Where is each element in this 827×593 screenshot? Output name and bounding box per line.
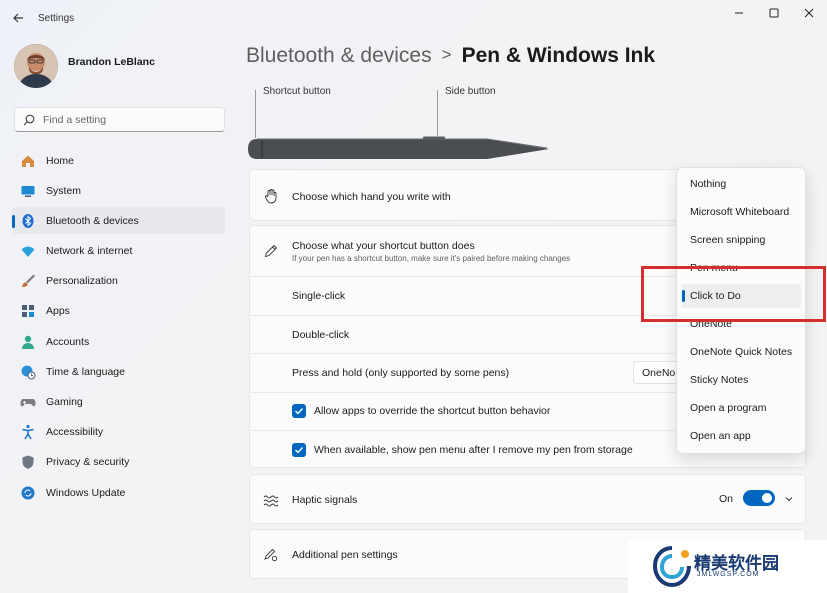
globe-clock-icon: [20, 364, 36, 380]
highlight-annotation: [641, 266, 826, 322]
sidebar-item-label: Windows Update: [46, 486, 126, 499]
back-button[interactable]: [9, 9, 27, 27]
haptic-label: Haptic signals: [292, 494, 358, 506]
allow-override-checkbox[interactable]: [292, 404, 306, 418]
sidebar-item-label: Personalization: [46, 275, 118, 288]
search-input[interactable]: [43, 113, 203, 126]
hand-icon: [263, 188, 279, 204]
sidebar-item-system[interactable]: System: [12, 177, 225, 204]
sidebar-item-gaming[interactable]: Gaming: [12, 389, 225, 416]
close-button[interactable]: [794, 4, 824, 22]
sidebar-item-accounts[interactable]: Accounts: [12, 328, 225, 355]
dropdown-option-nothing[interactable]: Nothing: [681, 172, 801, 196]
sidebar-item-label: Apps: [46, 305, 70, 318]
accessibility-icon: [20, 424, 36, 440]
shortcut-button-label: Shortcut button: [263, 86, 331, 97]
show-pen-menu-label: When available, show pen menu after I re…: [314, 444, 633, 456]
settings-window: Settings Brandon LeBlanc Find a setting …: [0, 0, 827, 593]
sidebar-item-label: Home: [46, 154, 75, 167]
pen-icon: [263, 243, 279, 259]
side-callout-line: [437, 90, 438, 136]
single-click-label: Single-click: [292, 290, 346, 302]
accounts-icon: [20, 334, 36, 350]
app-title: Settings: [38, 13, 75, 24]
system-icon: [20, 183, 36, 199]
sidebar-item-accessibility[interactable]: Accessibility: [12, 419, 225, 446]
sidebar-item-label: Network & internet: [46, 245, 133, 258]
sidebar-item-label: Privacy & security: [46, 456, 130, 469]
minimize-icon: [735, 12, 743, 14]
shortcut-setting-label: Choose what your shortcut button does: [292, 240, 475, 252]
double-click-label: Double-click: [292, 329, 350, 341]
dropdown-option-onenote-quick-notes[interactable]: OneNote Quick Notes: [681, 340, 801, 364]
sidebar-item-time-language[interactable]: Time & language: [12, 358, 225, 385]
breadcrumb-separator: >: [441, 45, 452, 64]
haptic-wave-icon: [263, 492, 279, 508]
dropdown-option-sticky-notes[interactable]: Sticky Notes: [681, 368, 801, 392]
brush-icon: [20, 273, 36, 289]
sidebar-item-label: Time & language: [46, 365, 125, 378]
user-name: Brandon LeBlanc: [68, 56, 155, 68]
sidebar-item-personalization[interactable]: Personalization: [12, 268, 225, 295]
allow-override-label: Allow apps to override the shortcut butt…: [314, 405, 551, 417]
additional-settings-label: Additional pen settings: [292, 549, 398, 561]
home-icon: [20, 153, 36, 169]
shortcut-setting-sublabel: If your pen has a shortcut button, make …: [292, 254, 571, 263]
sidebar-item-label: Accounts: [46, 335, 90, 348]
update-icon: [20, 485, 36, 501]
chevron-down-icon[interactable]: [784, 494, 794, 504]
sidebar-item-windows-update[interactable]: Windows Update: [12, 479, 225, 506]
sidebar-item-label: Bluetooth & devices: [46, 214, 139, 227]
shield-icon: [20, 454, 36, 470]
minimize-button[interactable]: [724, 4, 754, 22]
sidebar-item-apps[interactable]: Apps: [12, 298, 225, 325]
sidebar-item-label: System: [46, 184, 82, 197]
watermark-subtext: JMLWGSP.COM: [697, 571, 760, 578]
maximize-button[interactable]: [759, 4, 789, 22]
press-hold-label: Press and hold (only supported by some p…: [292, 367, 510, 379]
page-title: Pen & Windows Ink: [461, 44, 656, 67]
watermark-logo-icon: [652, 546, 691, 588]
show-pen-menu-checkbox[interactable]: [292, 443, 306, 457]
sidebar-nav: Home System Bluetooth & devices Network …: [12, 147, 225, 509]
sidebar-item-network[interactable]: Network & internet: [12, 238, 225, 265]
pen-settings-icon: [263, 547, 279, 563]
apps-icon: [20, 303, 36, 319]
side-button-label: Side button: [445, 86, 496, 97]
avatar: [14, 44, 58, 88]
bluetooth-icon: [20, 213, 36, 229]
dropdown-option-open-app[interactable]: Open an app: [681, 424, 801, 448]
close-icon: [804, 8, 814, 18]
wifi-icon: [20, 243, 36, 259]
sidebar-item-privacy[interactable]: Privacy & security: [12, 449, 225, 476]
search-icon: [23, 114, 35, 125]
gamepad-icon: [20, 394, 36, 410]
sidebar-item-label: Gaming: [46, 396, 83, 408]
dropdown-option-whiteboard[interactable]: Microsoft Whiteboard: [681, 200, 801, 224]
dropdown-option-open-program[interactable]: Open a program: [681, 396, 801, 420]
pen-illustration: [248, 136, 549, 159]
title-bar: Settings: [0, 0, 827, 36]
breadcrumb-parent[interactable]: Bluetooth & devices: [246, 44, 432, 67]
search-box[interactable]: [14, 107, 225, 132]
haptic-toggle[interactable]: [743, 490, 775, 506]
breadcrumb: Bluetooth & devices > Pen & Windows Ink: [246, 44, 655, 68]
checkmark-icon: [295, 408, 304, 415]
dropdown-option-screen-snipping[interactable]: Screen snipping: [681, 228, 801, 252]
back-arrow-icon: [13, 13, 23, 23]
sidebar-item-home[interactable]: Home: [12, 147, 225, 174]
maximize-icon: [769, 8, 779, 18]
sidebar-item-label: Accessibility: [46, 426, 104, 439]
shortcut-callout-line: [255, 90, 256, 138]
sidebar-item-bluetooth-devices[interactable]: Bluetooth & devices: [12, 207, 225, 235]
hand-setting-label: Choose which hand you write with: [292, 191, 451, 203]
press-hold-value: OneNo: [642, 366, 676, 379]
watermark: 精美软件园 JMLWGSP.COM: [628, 540, 827, 593]
checkmark-icon: [295, 447, 304, 454]
haptic-state-label: On: [719, 493, 734, 505]
